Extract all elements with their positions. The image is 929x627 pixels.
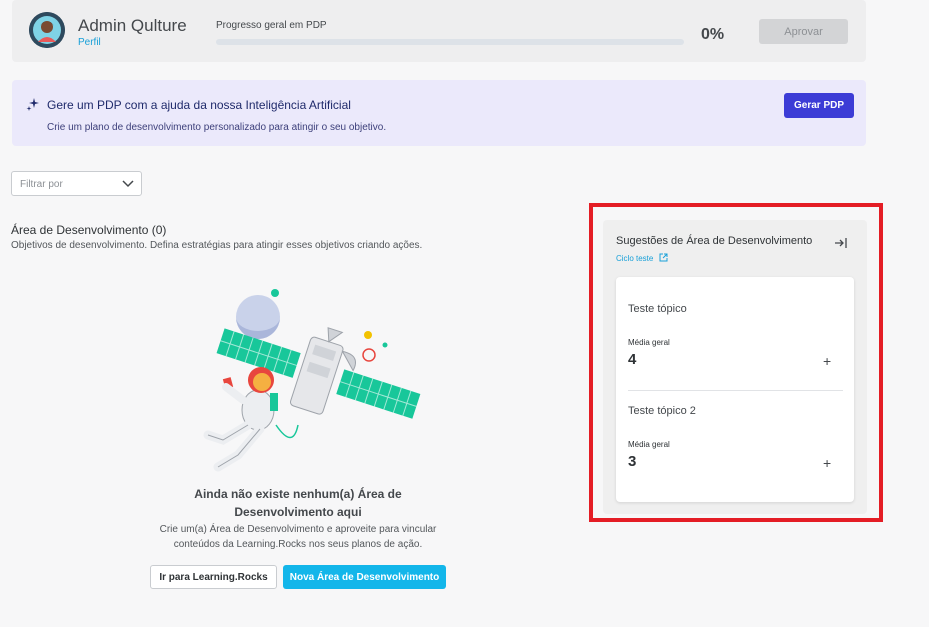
new-dev-area-button[interactable]: Nova Área de Desenvolvimento xyxy=(283,565,446,589)
dev-area-description: Objetivos de desenvolvimento. Defina est… xyxy=(11,240,423,251)
average-label: Média geral xyxy=(628,440,670,449)
ai-banner: Gere um PDP com a ajuda da nossa Intelig… xyxy=(12,80,866,146)
topic-name: Teste tópico xyxy=(628,303,687,315)
cycle-link-label: Ciclo teste xyxy=(616,254,654,263)
topic-item: Teste tópico Média geral 4 + xyxy=(628,303,843,369)
dev-area-title: Área de Desenvolvimento (0) xyxy=(11,223,167,237)
pdp-header: Admin Qulture Perfil Progresso geral em … xyxy=(12,0,866,62)
average-value: 4 xyxy=(628,351,637,368)
ai-banner-subtitle: Crie um plano de desenvolvimento persona… xyxy=(47,122,387,133)
filter-select[interactable]: Filtrar por xyxy=(11,171,142,196)
profile-link[interactable]: Perfil xyxy=(78,37,101,48)
user-name: Admin Qulture xyxy=(78,16,187,35)
add-topic-icon[interactable]: + xyxy=(823,455,831,471)
empty-state-title: Ainda não existe nenhum(a) Área de Desen… xyxy=(194,487,402,519)
divider xyxy=(628,390,843,391)
empty-state-description: Crie um(a) Área de Desenvolvimento e apr… xyxy=(159,524,437,550)
topics-card: Teste tópico Média geral 4 + Teste tópic… xyxy=(616,277,854,502)
suggestions-panel: Sugestões de Área de Desenvolvimento Cic… xyxy=(603,220,867,514)
progress-bar xyxy=(216,39,684,45)
average-label: Média geral xyxy=(628,338,670,347)
ai-banner-title: Gere um PDP com a ajuda da nossa Intelig… xyxy=(47,98,351,112)
progress-percent: 0% xyxy=(701,26,725,43)
generate-pdp-button[interactable]: Gerar PDP xyxy=(784,93,854,118)
topic-name: Teste tópico 2 xyxy=(628,405,696,417)
suggestions-title: Sugestões de Área de Desenvolvimento xyxy=(616,235,813,247)
sparkle-icon xyxy=(26,98,39,111)
avatar[interactable] xyxy=(29,12,65,48)
go-to-learning-rocks-button[interactable]: Ir para Learning.Rocks xyxy=(150,565,277,589)
topic-item: Teste tópico 2 Média geral 3 + xyxy=(628,405,843,471)
chevron-down-icon xyxy=(122,180,134,188)
filter-placeholder: Filtrar por xyxy=(20,179,63,190)
average-value: 3 xyxy=(628,453,637,470)
add-topic-icon[interactable]: + xyxy=(823,353,831,369)
astronaut-satellite-illustration xyxy=(203,289,421,472)
approve-button[interactable]: Aprovar xyxy=(759,19,848,44)
progress-label: Progresso geral em PDP xyxy=(216,20,327,31)
external-link-icon xyxy=(659,253,668,262)
collapse-panel-icon[interactable] xyxy=(834,237,848,249)
cycle-link[interactable]: Ciclo teste xyxy=(616,253,668,263)
